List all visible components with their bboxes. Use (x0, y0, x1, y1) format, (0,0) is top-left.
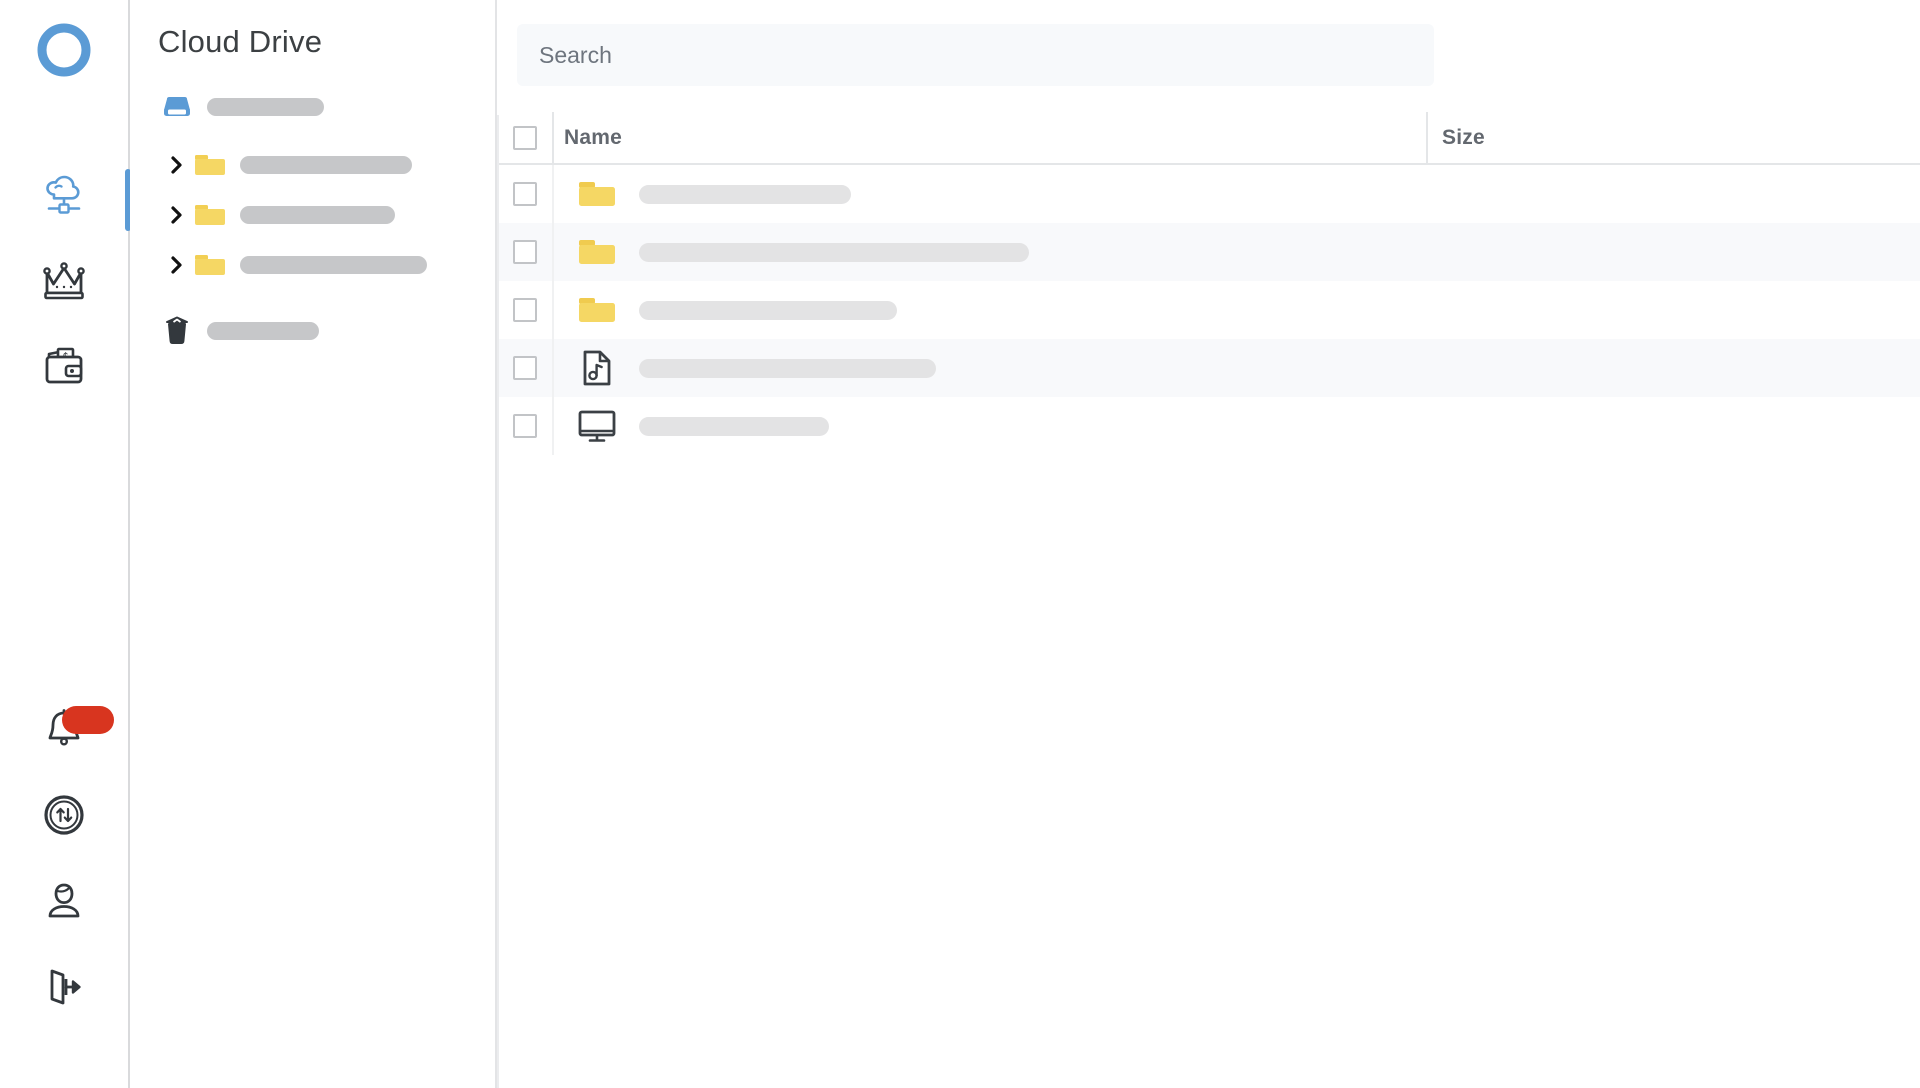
tree-item-folder-3[interactable] (130, 245, 495, 285)
transfer-circle-icon (40, 791, 88, 839)
file-table: Name Size (497, 112, 1920, 455)
tree-item-trash[interactable] (130, 311, 495, 351)
column-header-name: Name (564, 126, 622, 150)
row-size-cell (1428, 397, 1828, 455)
trash-icon (159, 316, 195, 346)
logout-door-icon (40, 963, 88, 1011)
search-input[interactable] (517, 24, 1434, 86)
folder-icon (573, 235, 621, 269)
chevron-right-icon[interactable] (166, 204, 188, 226)
circle-logo-icon (36, 22, 92, 78)
tree-item-label-placeholder (240, 206, 395, 224)
tree-item-folder-2[interactable] (130, 195, 495, 235)
row-name-cell (554, 165, 1428, 223)
row-name-cell (554, 339, 1428, 397)
select-all-checkbox[interactable] (513, 126, 537, 150)
row-checkbox[interactable] (513, 182, 537, 206)
drive-sidebar: Cloud Drive (130, 0, 497, 1088)
search-container (497, 0, 1920, 86)
row-name-cell (554, 223, 1428, 281)
column-header-name-cell[interactable]: Name (554, 112, 1428, 163)
tree-item-drive-root[interactable] (130, 87, 495, 127)
monitor-icon (573, 407, 621, 445)
rail-item-logout[interactable] (0, 944, 129, 1030)
table-row[interactable] (497, 223, 1920, 281)
rail-item-wallet[interactable]: ¢ (0, 323, 129, 409)
row-name-placeholder (639, 359, 936, 378)
table-row[interactable] (497, 165, 1920, 223)
notification-badge (62, 706, 114, 734)
row-name-placeholder (639, 243, 1029, 262)
row-checkbox[interactable] (513, 240, 537, 264)
column-header-size: Size (1442, 126, 1485, 150)
folder-icon (192, 150, 228, 180)
row-select-cell (497, 397, 554, 455)
folder-icon (192, 200, 228, 230)
column-header-size-cell[interactable]: Size (1428, 112, 1828, 163)
row-checkbox[interactable] (513, 414, 537, 438)
tree-item-folder-1[interactable] (130, 145, 495, 185)
folder-icon (573, 177, 621, 211)
rail-item-notifications[interactable] (0, 686, 129, 772)
rail-primary-nav: ¢ (0, 151, 129, 409)
rail-secondary-nav (0, 686, 129, 1030)
tree-item-label-placeholder (240, 256, 427, 274)
app-logo[interactable] (36, 22, 92, 83)
row-select-cell (497, 165, 554, 223)
row-size-cell (1428, 223, 1828, 281)
music-file-icon (573, 349, 621, 387)
crown-icon (39, 255, 89, 305)
select-all-cell (497, 112, 554, 163)
file-browser: Name Size (497, 0, 1920, 1088)
row-select-cell (497, 339, 554, 397)
rail-item-account[interactable] (0, 858, 129, 944)
row-size-cell (1428, 165, 1828, 223)
row-size-cell (1428, 339, 1828, 397)
table-row[interactable] (497, 281, 1920, 339)
tree-item-label-placeholder (207, 322, 319, 340)
app-window: ¢ (0, 0, 1920, 1088)
table-row[interactable] (497, 397, 1920, 455)
rail-item-cloud-drive[interactable] (0, 151, 129, 237)
row-checkbox[interactable] (513, 356, 537, 380)
tree-item-label-placeholder (207, 98, 324, 116)
drive-icon (159, 92, 195, 122)
content-left-divider (497, 115, 499, 1088)
chevron-right-icon[interactable] (166, 154, 188, 176)
cloud-network-icon (38, 168, 90, 220)
wallet-icon: ¢ (39, 341, 89, 391)
row-name-placeholder (639, 301, 897, 320)
row-name-placeholder (639, 185, 851, 204)
chevron-right-icon[interactable] (166, 254, 188, 276)
row-checkbox[interactable] (513, 298, 537, 322)
row-select-cell (497, 281, 554, 339)
tree-item-label-placeholder (240, 156, 412, 174)
row-name-placeholder (639, 417, 829, 436)
row-size-cell (1428, 281, 1828, 339)
icon-rail: ¢ (0, 0, 130, 1088)
row-select-cell (497, 223, 554, 281)
rail-item-premium[interactable] (0, 237, 129, 323)
folder-tree (130, 87, 495, 351)
folder-icon (192, 250, 228, 280)
row-name-cell (554, 397, 1428, 455)
table-row[interactable] (497, 339, 1920, 397)
user-icon (40, 877, 88, 925)
row-name-cell (554, 281, 1428, 339)
folder-icon (573, 293, 621, 327)
page-title: Cloud Drive (130, 0, 495, 60)
rail-item-transfers[interactable] (0, 772, 129, 858)
table-header-row: Name Size (497, 112, 1920, 165)
